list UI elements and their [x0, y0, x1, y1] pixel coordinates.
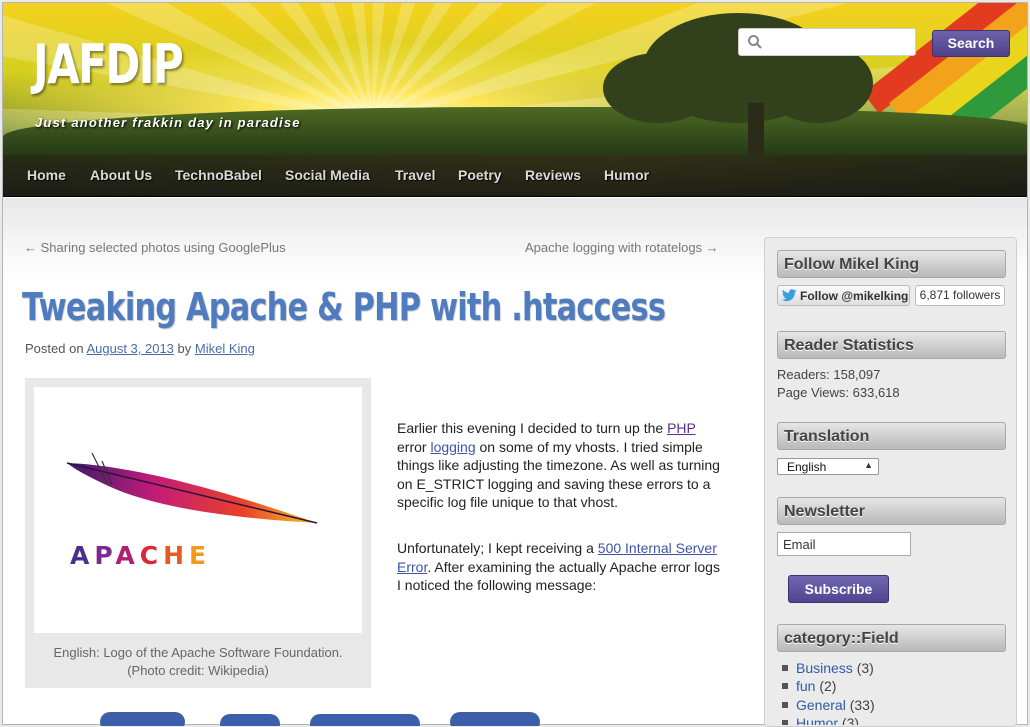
text: Earlier this evening I decided to turn u… [397, 420, 668, 436]
heading-fragment [310, 714, 420, 726]
next-heading-partial [100, 712, 570, 726]
next-post-link[interactable]: Apache logging with rotatelogs → [525, 240, 719, 255]
heading-fragment [450, 712, 540, 726]
category-link[interactable]: Humor [796, 715, 838, 725]
logging-link[interactable]: logging [430, 439, 475, 455]
category-item: General (33) [782, 697, 875, 713]
posted-on-label: Posted on [25, 341, 84, 356]
category-count: (2) [819, 678, 837, 694]
email-field[interactable]: Email [777, 532, 911, 556]
logo-letter: A [115, 541, 140, 570]
previous-post-link[interactable]: ← Sharing selected photos using GooglePl… [24, 240, 286, 255]
translation-title: Translation [777, 422, 1006, 450]
category-count: (3) [856, 660, 874, 676]
heading-fragment [100, 712, 185, 726]
search-button[interactable]: Search [932, 30, 1010, 57]
sidebar [764, 237, 1017, 727]
caption-line: English: Logo of the Apache Software Fou… [53, 645, 343, 660]
text: error [397, 438, 431, 455]
language-selected: English [787, 460, 827, 474]
main-nav: Home About Us TechnoBabel Social Media T… [3, 155, 1027, 197]
follow-button-label: Follow @mikelking [800, 289, 909, 303]
nav-item-poetry[interactable]: Poetry [458, 167, 502, 183]
search-input[interactable] [738, 28, 916, 56]
logo-letter: H [163, 541, 190, 570]
header-tree [603, 53, 713, 123]
follower-count[interactable]: 6,871 followers [915, 285, 1005, 306]
bullet-icon [782, 665, 788, 671]
twitter-bird-icon [782, 289, 797, 302]
nav-item-reviews[interactable]: Reviews [525, 167, 581, 183]
category-link[interactable]: fun [796, 678, 815, 694]
bullet-icon [782, 683, 788, 689]
php-link[interactable]: PHP [667, 420, 696, 436]
apache-feather-icon [66, 453, 318, 524]
bullet-icon [782, 720, 788, 725]
category-item: Humor (3) [782, 715, 859, 725]
post-meta: Posted on August 3, 2013 by Mikel King [25, 341, 255, 356]
apache-logo-text: APACHE [70, 541, 211, 570]
bullet-icon [782, 702, 788, 708]
subscribe-button[interactable]: Subscribe [788, 575, 889, 603]
category-item: fun (2) [782, 678, 836, 694]
logo-letter: P [94, 541, 116, 570]
search-icon [748, 35, 762, 49]
category-count: (33) [849, 697, 875, 713]
reader-stats-title: Reader Statistics [777, 331, 1006, 359]
nav-item-humor[interactable]: Humor [604, 167, 649, 183]
nav-item-technobabel[interactable]: TechnoBabel [175, 167, 262, 183]
site-title[interactable]: JAFDIP [33, 33, 184, 96]
nav-item-about-us[interactable]: About Us [90, 167, 152, 183]
site-tagline: Just another frakkin day in paradise [35, 115, 301, 130]
figure-caption: English: Logo of the Apache Software Fou… [25, 644, 371, 680]
newsletter-title: Newsletter [777, 497, 1006, 525]
by-label: by [177, 341, 192, 356]
follow-widget-title: Follow Mikel King [777, 250, 1006, 278]
category-link[interactable]: General [796, 697, 846, 713]
post-date-link[interactable]: August 3, 2013 [86, 341, 173, 356]
author-link[interactable]: Mikel King [195, 341, 255, 356]
post-figure: APACHE English: Logo of the Apache Softw… [25, 378, 371, 688]
category-item: Business (3) [782, 660, 874, 676]
nav-item-travel[interactable]: Travel [395, 167, 435, 183]
categories-title: category::Field [777, 624, 1006, 652]
category-count: (3) [841, 715, 860, 725]
heading-fragment [220, 714, 280, 726]
category-link[interactable]: Business [796, 660, 853, 676]
post-paragraph: Earlier this evening I decided to turn u… [397, 419, 727, 512]
readers-stat: Readers: 158,097 [777, 367, 881, 382]
site-header: JAFDIP Just another frakkin day in parad… [3, 3, 1027, 155]
select-arrows-icon: ▲ [864, 460, 873, 470]
language-select[interactable]: English ▲ [777, 458, 879, 475]
logo-letter: C [139, 541, 164, 570]
page-views-stat: Page Views: 633,618 [777, 385, 900, 400]
header-tree-trunk [748, 103, 764, 155]
text: Unfortunately; I kept receiving a [397, 540, 598, 556]
post-paragraph: Unfortunately; I kept receiving a 500 In… [397, 539, 727, 595]
post-title[interactable]: Tweaking Apache & PHP with .htaccess [22, 285, 666, 329]
logo-letter: E [189, 541, 212, 570]
nav-item-social-media[interactable]: Social Media [285, 167, 370, 183]
text: . After examining the actually Apache er… [397, 558, 720, 594]
apache-logo-image[interactable]: APACHE [34, 387, 362, 633]
nav-item-home[interactable]: Home [27, 167, 66, 183]
twitter-follow-button[interactable]: Follow @mikelking [777, 285, 910, 306]
caption-credit: (Photo credit: Wikipedia) [127, 663, 269, 678]
logo-letter: A [70, 541, 95, 570]
